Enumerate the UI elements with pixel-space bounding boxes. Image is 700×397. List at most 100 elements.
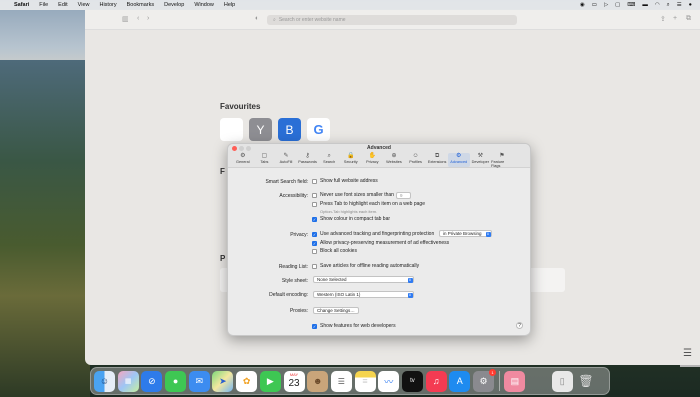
dock-contacts[interactable]: ☻ xyxy=(307,370,329,392)
lock-icon: 🔒 xyxy=(347,153,355,159)
siri-icon[interactable]: ● xyxy=(689,2,692,8)
forward-icon[interactable]: › xyxy=(147,15,149,22)
dock-photos[interactable]: ✿ xyxy=(236,370,258,392)
play-icon[interactable]: ▷ xyxy=(604,2,608,8)
block-cookies-row: Block all cookies xyxy=(312,248,357,254)
tab-websites[interactable]: ⊕ Websites xyxy=(383,153,405,167)
sidebar-icon[interactable]: ▥ xyxy=(122,15,129,23)
menu-develop[interactable]: Develop xyxy=(164,2,184,8)
tab-feature-flags[interactable]: ⚑ Feature Flags xyxy=(491,153,513,168)
tracking-row: ✓ Use advanced tracking and fingerprinti… xyxy=(312,231,434,237)
menu-history[interactable]: History xyxy=(99,2,116,8)
tracking-text: Use advanced tracking and fingerprinting… xyxy=(320,231,435,237)
show-colour-checkbox[interactable]: ✓ xyxy=(312,216,317,222)
tab-privacy[interactable]: ✋ Privacy xyxy=(362,153,384,167)
reading-list-checkbox[interactable] xyxy=(312,263,317,269)
dock-trash[interactable]: 🗑 xyxy=(575,371,596,392)
chevron-updown-icon: ⇕ xyxy=(485,231,491,237)
dock-notes[interactable]: ≡ xyxy=(354,370,376,392)
dock-mail[interactable]: ✉ xyxy=(188,370,210,392)
dock-finder[interactable]: ☺ xyxy=(94,370,115,392)
tab-profiles[interactable]: ☺ Profiles xyxy=(405,153,427,167)
tab-passwords[interactable]: ⚷ Passwords xyxy=(297,153,319,167)
music-note-icon: ♫ xyxy=(432,376,440,386)
dock-reminders[interactable]: ☰ xyxy=(330,370,352,392)
smart-search-label: Smart Search field: xyxy=(265,179,308,185)
control-center-icon[interactable]: ☰ xyxy=(677,2,682,8)
calendar-day: 23 xyxy=(288,377,300,389)
dock-calendar[interactable]: MAY 23 xyxy=(283,370,305,392)
start-page-settings-icon[interactable]: ☰ xyxy=(683,348,692,359)
book-icon: ▤ xyxy=(510,375,520,386)
hammer-icon: ⚒ xyxy=(477,153,484,159)
web-dev-row: ✓ Show features for web developers xyxy=(312,323,396,329)
dock-freeform[interactable]: 〰 xyxy=(378,370,400,392)
tab-advanced[interactable]: ⚙ Advanced xyxy=(447,153,470,167)
ad-measure-checkbox[interactable]: ✓ xyxy=(312,240,317,246)
tab-general[interactable]: ⚙ General xyxy=(232,153,254,167)
dock-maps[interactable]: ➤ xyxy=(212,370,234,392)
menu-bookmarks[interactable]: Bookmarks xyxy=(127,2,155,8)
tab-search[interactable]: ⌕ Search xyxy=(318,153,340,167)
record-icon[interactable]: ◉ xyxy=(580,2,585,8)
screen-icon[interactable]: ▭ xyxy=(592,2,597,8)
favourite-google[interactable]: G xyxy=(307,118,330,141)
dock-downloads[interactable]: ▯ xyxy=(551,370,573,392)
dock-system-settings[interactable]: ⚙ 1 xyxy=(473,368,496,392)
reading-list-label: Reading List: xyxy=(278,264,308,270)
tracking-select[interactable]: in Private Browsing ⇕ xyxy=(439,230,492,237)
block-cookies-checkbox[interactable] xyxy=(312,248,317,254)
dock-facetime[interactable]: ▶ xyxy=(259,370,281,392)
calendar-month: MAY xyxy=(289,371,299,377)
dock-messages[interactable]: ● xyxy=(165,370,187,392)
chevron-updown-icon: ⇕ xyxy=(407,292,413,298)
menu-window[interactable]: Window xyxy=(194,2,214,8)
back-icon[interactable]: ‹ xyxy=(137,15,139,22)
tracking-checkbox[interactable]: ✓ xyxy=(312,231,317,237)
change-settings-button[interactable]: Change Settings… xyxy=(313,307,359,314)
dock-music[interactable]: ♫ xyxy=(425,370,447,392)
menu-edit[interactable]: Edit xyxy=(58,2,67,8)
freeform-squiggle-icon: 〰 xyxy=(384,376,394,387)
font-size-checkbox[interactable] xyxy=(312,192,317,198)
keyboard-icon[interactable]: ⌨ xyxy=(627,2,635,8)
encoding-select[interactable]: Western (ISO Latin 1) ⇕ xyxy=(313,291,414,298)
address-bar[interactable]: ⌕ Search or enter website name xyxy=(267,15,517,25)
dock-app-store[interactable]: A xyxy=(449,370,471,392)
dock-launchpad[interactable]: ▦ xyxy=(117,370,139,392)
tab-tabs[interactable]: ▢ Tabs xyxy=(254,153,276,167)
privacy-report-heading: P xyxy=(220,254,226,263)
display-icon[interactable]: ▢ xyxy=(615,2,620,8)
favourite-bing[interactable]: B xyxy=(278,118,301,141)
menu-view[interactable]: View xyxy=(78,2,90,8)
favourite-yahoo[interactable]: Y xyxy=(249,118,272,141)
document-icon: ▯ xyxy=(559,375,565,386)
smart-search-checkbox[interactable] xyxy=(312,178,317,184)
search-icon[interactable]: ⌕ xyxy=(667,2,670,9)
web-dev-checkbox[interactable]: ✓ xyxy=(312,323,317,329)
wifi-icon[interactable]: ◠ xyxy=(655,2,660,8)
dock-tv[interactable]: tv xyxy=(401,370,423,392)
chat-bubble-icon: ● xyxy=(172,376,179,386)
dock-books[interactable]: ▤ xyxy=(504,370,526,392)
favourites-title: Favourites xyxy=(220,102,261,111)
tab-extensions[interactable]: ⧉ Extensions xyxy=(426,153,448,167)
tab-overview-icon[interactable]: ⧉ xyxy=(686,15,691,23)
privacy-report-icon[interactable]: ◐ xyxy=(255,15,259,22)
tab-security[interactable]: 🔒 Security xyxy=(340,153,362,167)
press-tab-row: Press Tab to highlight each item on a we… xyxy=(312,201,425,207)
menu-file[interactable]: File xyxy=(39,2,48,8)
font-size-select[interactable]: 9 xyxy=(396,192,411,199)
menu-help[interactable]: Help xyxy=(224,2,235,8)
favourite-apple[interactable] xyxy=(220,118,243,141)
help-button[interactable]: ? xyxy=(516,322,523,329)
tab-developer[interactable]: ⚒ Developer xyxy=(470,153,492,167)
press-tab-checkbox[interactable] xyxy=(312,201,317,207)
dock-safari[interactable]: ⊘ xyxy=(141,370,163,392)
new-tab-icon[interactable]: + xyxy=(673,15,677,22)
share-icon[interactable]: ⇪ xyxy=(660,15,666,23)
tab-autofill[interactable]: ✎ AutoFill xyxy=(275,153,297,167)
style-sheet-select[interactable]: None Selected ⇕ xyxy=(313,276,414,283)
menu-app-name[interactable]: Safari xyxy=(14,2,29,8)
battery-icon[interactable]: ▬ xyxy=(642,2,648,8)
